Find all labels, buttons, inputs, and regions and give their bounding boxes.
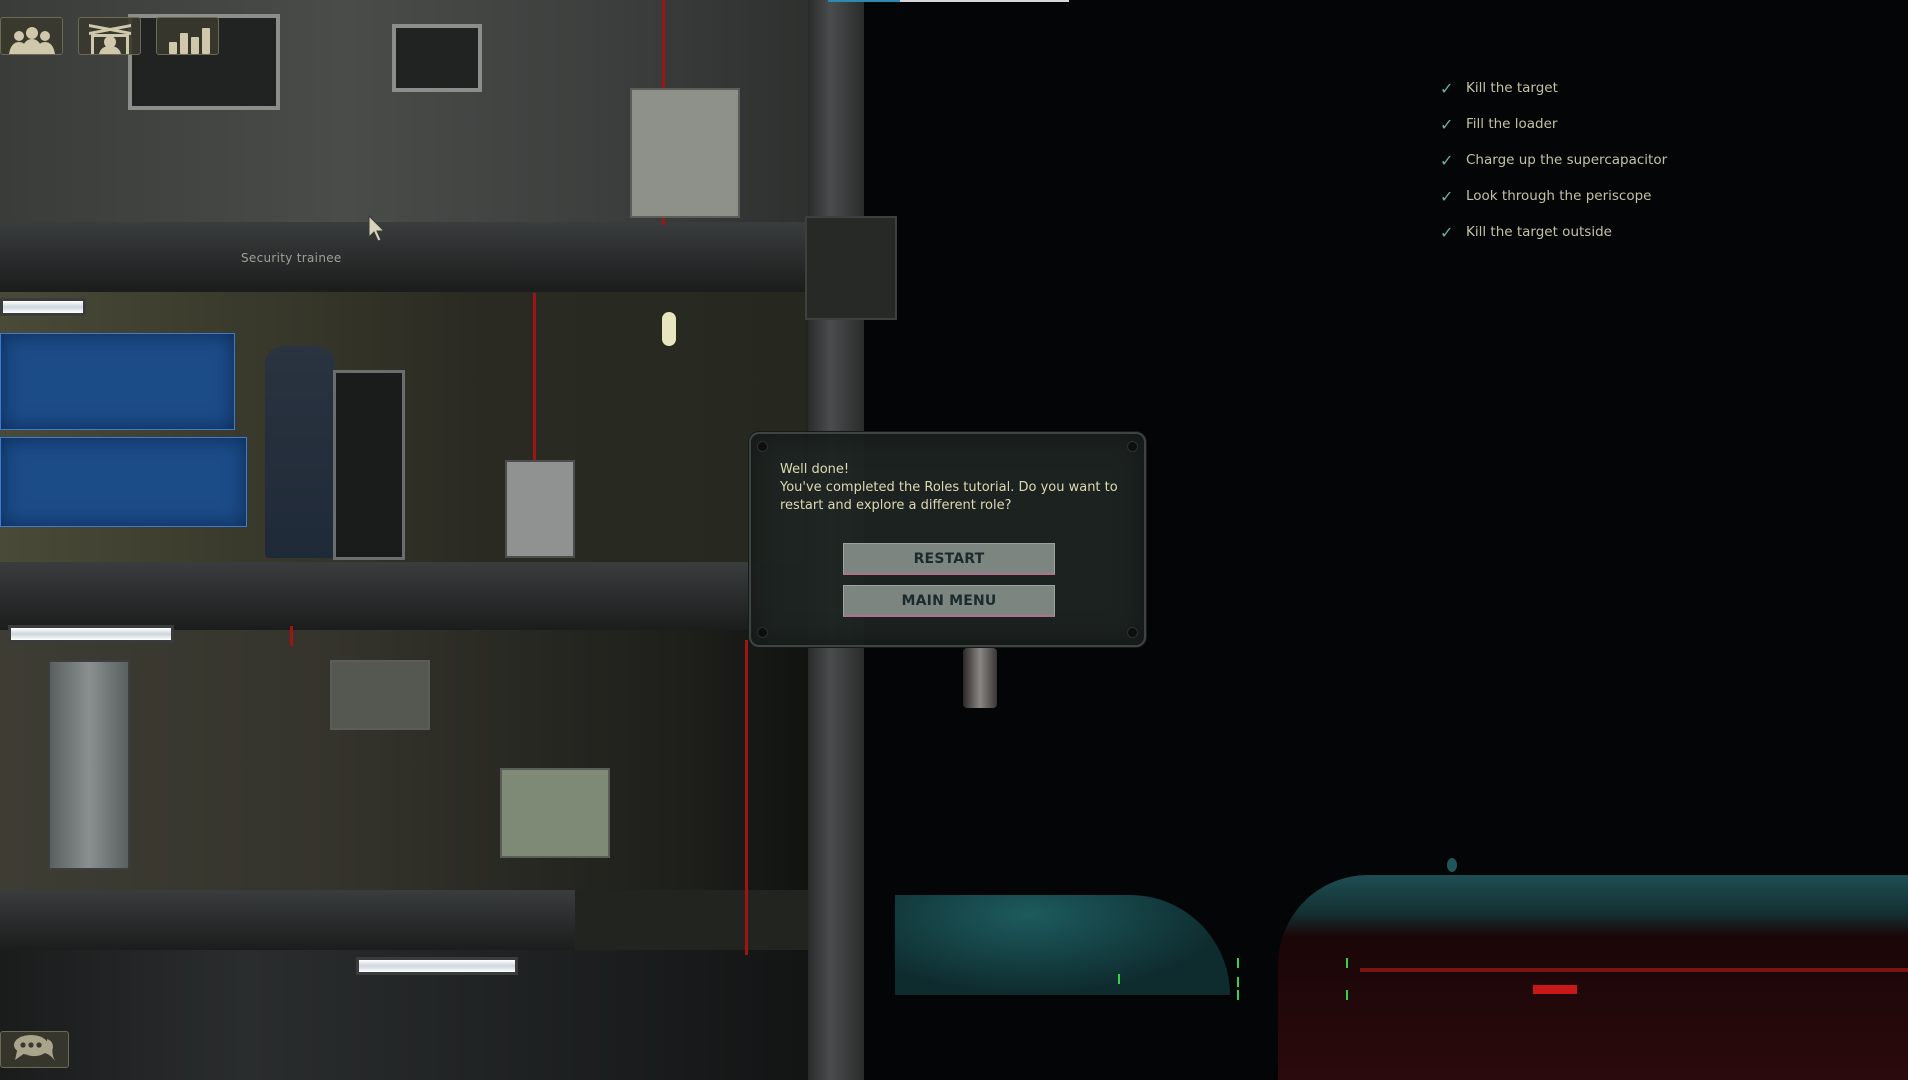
crew-icon <box>7 24 57 54</box>
objective-item: ✓ Charge up the supercapacitor <box>1440 142 1667 178</box>
hull-rail <box>1360 968 1908 972</box>
objective-item: ✓ Kill the target outside <box>1440 214 1667 250</box>
status-led <box>1118 974 1120 984</box>
status-led <box>1237 977 1239 987</box>
deck-floor <box>0 222 805 292</box>
dialog-message: You've completed the Roles tutorial. Do … <box>780 480 1118 513</box>
locker[interactable] <box>48 660 130 870</box>
power-wire <box>533 293 536 463</box>
rivet-icon <box>1128 628 1137 637</box>
dialog-body: Well done! You've completed the Roles tu… <box>780 461 1130 515</box>
supercapacitor[interactable] <box>505 460 575 558</box>
periscope-station[interactable] <box>630 88 740 218</box>
rivet-icon <box>758 628 767 637</box>
ceiling-light <box>0 298 86 316</box>
wall-lamp <box>662 312 676 346</box>
status-led <box>1346 958 1348 968</box>
checkmark-icon: ✓ <box>1440 78 1454 98</box>
top-progress-fill <box>828 0 901 2</box>
deck-floor <box>0 890 575 950</box>
rivet-icon <box>758 442 767 451</box>
deck-floor <box>0 562 760 630</box>
fabricator[interactable] <box>330 660 430 730</box>
objective-list: ✓ Kill the target ✓ Fill the loader ✓ Ch… <box>1440 70 1667 250</box>
ceiling-light <box>8 625 174 643</box>
rivet-icon <box>1128 442 1137 451</box>
objective-item: ✓ Kill the target <box>1440 70 1667 106</box>
status-led <box>1237 958 1239 968</box>
power-wire <box>290 626 293 646</box>
player-character[interactable] <box>265 346 335 558</box>
objective-label: Kill the target <box>1466 80 1558 96</box>
checkmark-icon: ✓ <box>1440 186 1454 206</box>
checkmark-icon: ✓ <box>1440 150 1454 170</box>
objective-label: Fill the loader <box>1466 116 1558 132</box>
dialog-title: Well done! <box>780 462 850 477</box>
objective-label: Charge up the supercapacitor <box>1466 152 1668 168</box>
tutorial-complete-dialog: Well done! You've completed the Roles tu… <box>749 432 1146 647</box>
status-led <box>1346 990 1348 1000</box>
command-icon <box>83 20 137 54</box>
torpedo <box>963 648 997 708</box>
statistics-button[interactable] <box>156 17 219 55</box>
outside-pipe <box>895 895 1230 995</box>
objective-label: Kill the target outside <box>1466 224 1612 240</box>
objective-item: ✓ Look through the periscope <box>1440 178 1667 214</box>
main-menu-button[interactable]: MAIN MENU <box>843 585 1055 617</box>
objective-item: ✓ Fill the loader <box>1440 106 1667 142</box>
blueprint-poster <box>0 333 235 430</box>
power-wire <box>745 640 748 955</box>
loader[interactable] <box>500 768 610 858</box>
command-button[interactable] <box>78 17 141 55</box>
mouse-cursor-icon <box>368 214 388 247</box>
ceiling-light <box>356 957 518 975</box>
supply-cabinet[interactable] <box>333 370 405 560</box>
checkmark-icon: ✓ <box>1440 222 1454 242</box>
character-name-label: Security trainee <box>241 251 342 265</box>
top-progress-bar <box>828 0 1069 2</box>
objective-label: Look through the periscope <box>1466 188 1652 204</box>
crew-button[interactable] <box>0 17 63 55</box>
status-led <box>1237 990 1239 1000</box>
statistics-icon <box>163 24 213 54</box>
chat-button[interactable] <box>0 1031 69 1068</box>
enemy-hull <box>1278 875 1908 1080</box>
restart-button[interactable]: RESTART <box>843 543 1055 575</box>
hull-bracket <box>805 216 897 320</box>
checkmark-icon: ✓ <box>1440 114 1454 134</box>
chat-icon <box>11 1033 59 1067</box>
blueprint-poster <box>0 437 247 527</box>
hull-beacon <box>1447 858 1457 872</box>
status-monitor[interactable] <box>392 24 482 92</box>
warning-light <box>1533 985 1577 994</box>
